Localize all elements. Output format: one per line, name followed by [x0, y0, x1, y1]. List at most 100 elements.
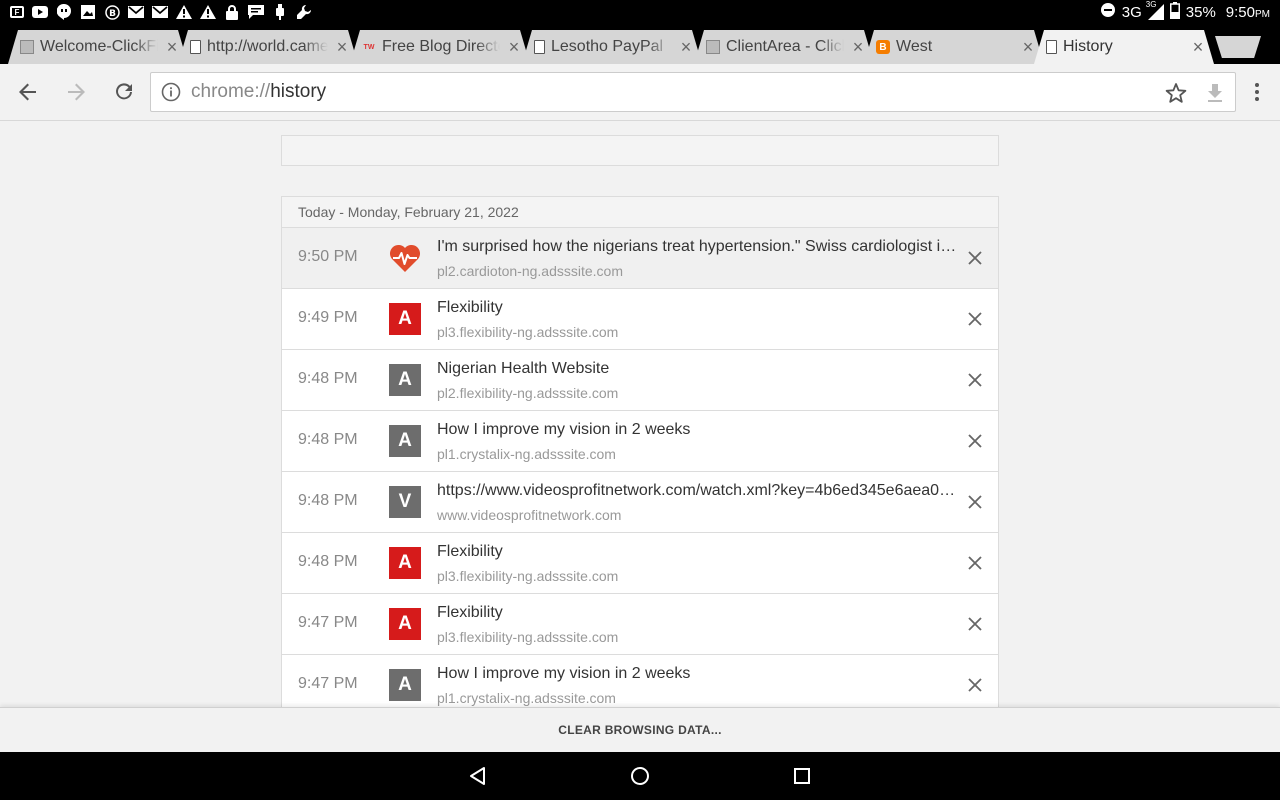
entry-title[interactable]: I'm surprised how the nigerians treat hy… [437, 238, 957, 256]
close-icon[interactable]: × [678, 39, 694, 55]
tab-clientarea[interactable]: ClientArea - Click × [694, 30, 874, 64]
entry-domain: pl3.flexibility-ng.adsssite.com [437, 568, 619, 584]
remove-entry-button[interactable] [966, 493, 984, 511]
entry-title[interactable]: Flexibility [437, 604, 957, 622]
history-entry[interactable]: 9:50 PM I'm surprised how the nigerians t… [282, 228, 998, 289]
info-icon[interactable] [161, 82, 181, 102]
day-header: Today - Monday, February 21, 2022 [282, 197, 998, 228]
entry-time: 9:48 PM [298, 431, 358, 448]
letter-favicon: A [389, 303, 421, 335]
close-icon [968, 495, 982, 509]
tab-welcome-clickfinder[interactable]: Welcome-ClickFinder × [8, 30, 188, 64]
entry-domain: www.videosprofitnetwork.com [437, 507, 622, 523]
status-bar: F B 3G 3G 35% 9:50PM [0, 0, 1280, 24]
home-circle-icon[interactable] [630, 766, 650, 786]
entry-title[interactable]: Flexibility [437, 299, 957, 317]
entry-title[interactable]: How I improve my vision in 2 weeks [437, 665, 957, 683]
tab-west[interactable]: B West × [864, 30, 1044, 64]
letter-favicon: A [389, 425, 421, 457]
tab-free-blog-directory[interactable]: TW Free Blog Directory × [350, 30, 530, 64]
history-entry[interactable]: 9:47 PM A How I improve my vision in 2 wee… [282, 655, 998, 707]
tab-title: History [1063, 38, 1113, 55]
tab-world-camera[interactable]: http://world.camera × [178, 30, 358, 64]
close-icon[interactable]: × [1020, 39, 1036, 55]
svg-text:B: B [109, 9, 116, 19]
back-button[interactable] [14, 78, 42, 106]
menu-button[interactable] [1243, 78, 1271, 106]
tw-favicon: TW [363, 43, 375, 51]
entry-title[interactable]: https://www.videosprofitnetwork.com/watc… [437, 482, 957, 500]
entry-domain: pl1.crystalix-ng.adsssite.com [437, 690, 616, 706]
entry-title[interactable]: Nigerian Health Website [437, 360, 957, 378]
close-icon [968, 617, 982, 631]
close-icon [968, 556, 982, 570]
entry-title[interactable]: How I improve my vision in 2 weeks [437, 421, 957, 439]
close-icon[interactable]: × [850, 39, 866, 55]
bitcoin-icon: B [104, 4, 120, 20]
entry-time: 9:50 PM [298, 248, 358, 265]
remove-entry-button[interactable] [966, 554, 984, 572]
tab-strip: Welcome-ClickFinder × http://world.camer… [0, 24, 1280, 64]
history-entry[interactable]: 9:48 PM Vhttps://www.videosprofitnetwork.… [282, 472, 998, 533]
entry-time: 9:48 PM [298, 370, 358, 387]
usb-icon [272, 4, 288, 20]
back-triangle-icon[interactable] [468, 766, 488, 786]
lock-icon [224, 4, 240, 20]
forward-button[interactable] [62, 78, 90, 106]
page-favicon [534, 40, 545, 54]
network-type: 3G [1121, 3, 1142, 21]
entry-domain: pl2.cardioton-ng.adsssite.com [437, 263, 623, 279]
close-icon[interactable]: × [506, 39, 522, 55]
address-bar[interactable]: chrome://history [150, 72, 1236, 112]
history-entry[interactable]: 9:48 PM A Flexibility pl3.flexibility-ng.ad… [282, 533, 998, 594]
blogger-favicon: B [876, 40, 890, 54]
remove-entry-button[interactable] [966, 249, 984, 267]
close-icon[interactable]: × [164, 39, 180, 55]
youtube-icon [32, 5, 48, 19]
tab-history[interactable]: History × [1034, 30, 1214, 64]
remove-entry-button[interactable] [966, 432, 984, 450]
image-favicon [20, 40, 34, 54]
history-entry[interactable]: 9:48 PM A Nigerian Health Website pl2.flexi… [282, 350, 998, 411]
search-box[interactable] [281, 135, 999, 166]
signal-icon: 3G [1146, 0, 1164, 20]
navigation-bar [0, 752, 1280, 800]
history-entry[interactable]: 9:47 PM A Flexibility pl3.flexibility-ng.ad… [282, 594, 998, 655]
remove-entry-button[interactable] [966, 371, 984, 389]
close-icon [968, 678, 982, 692]
arrow-right-icon [68, 83, 85, 101]
entry-title[interactable]: Flexibility [437, 543, 957, 561]
new-tab-button[interactable] [1215, 36, 1261, 58]
history-entry[interactable]: 9:49 PM A Flexibility pl3.flexibility-ng.ad… [282, 289, 998, 350]
warning-icon [176, 5, 192, 19]
close-icon[interactable]: × [334, 39, 350, 55]
tab-lesotho-paypal[interactable]: Lesotho PayPal × [522, 30, 702, 64]
page-favicon [190, 40, 201, 54]
remove-entry-button[interactable] [966, 615, 984, 633]
clear-browsing-bar: CLEAR BROWSING DATA... [0, 707, 1280, 752]
tab-title: West [896, 38, 933, 55]
letter-favicon: V [389, 486, 421, 518]
history-entry[interactable]: 9:48 PM A How I improve my vision in 2 wee… [282, 411, 998, 472]
remove-entry-button[interactable] [966, 310, 984, 328]
entry-time: 9:48 PM [298, 492, 358, 509]
close-icon[interactable]: × [1190, 39, 1206, 55]
battery-level: 35% [1185, 3, 1216, 21]
letter-favicon: A [389, 608, 421, 640]
clock: 9:50PM [1225, 3, 1270, 21]
letter-favicon: A [389, 547, 421, 579]
clear-browsing-data-button[interactable]: CLEAR BROWSING DATA... [558, 723, 721, 737]
more-vert-icon [1255, 83, 1259, 101]
download-icon[interactable] [1205, 82, 1225, 104]
tab-title: ClientArea - Click [726, 38, 844, 55]
reload-button[interactable] [110, 78, 138, 106]
hangouts-icon [56, 4, 72, 20]
recents-square-icon[interactable] [792, 766, 812, 786]
star-icon[interactable] [1165, 82, 1187, 104]
entry-time: 9:49 PM [298, 309, 358, 326]
url-text[interactable]: chrome://history [191, 81, 326, 103]
entry-domain: pl2.flexibility-ng.adsssite.com [437, 385, 619, 401]
browser-toolbar: chrome://history [0, 64, 1280, 121]
remove-entry-button[interactable] [966, 676, 984, 694]
gallery-icon [80, 5, 96, 19]
